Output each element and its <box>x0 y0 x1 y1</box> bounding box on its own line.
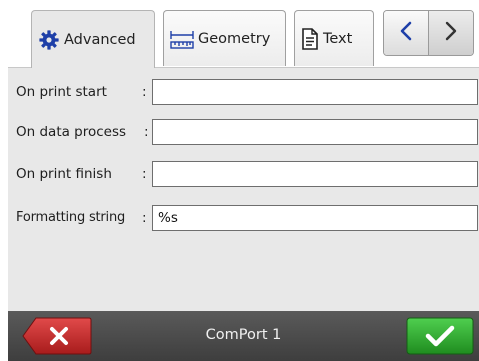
chevron-left-icon <box>399 21 413 45</box>
on-print-start-input[interactable] <box>152 79 478 105</box>
form-row-formatting-string: Formatting string : <box>8 204 479 234</box>
field-colon: : <box>142 84 147 100</box>
formatting-string-input[interactable] <box>152 205 478 231</box>
tab-advanced-label: Advanced <box>64 31 136 48</box>
field-label: On data process <box>16 124 127 140</box>
checkmark-icon <box>424 323 456 353</box>
tab-scroll-arrows <box>383 10 474 56</box>
field-colon: : <box>142 210 147 226</box>
chevron-right-icon <box>444 21 458 45</box>
tab-bar: Advanced Geometry Text <box>8 0 479 68</box>
on-data-process-input[interactable] <box>152 119 478 145</box>
field-label: On print start <box>16 84 107 100</box>
tab-text[interactable]: Text <box>294 10 374 66</box>
gear-icon <box>38 29 60 51</box>
field-label: On print finish <box>16 166 112 182</box>
field-label: Formatting string <box>16 210 126 225</box>
document-icon <box>301 27 319 50</box>
form-row-data-process: On data process : <box>8 118 479 148</box>
tab-geometry-label: Geometry <box>198 30 271 47</box>
field-colon: : <box>144 124 149 140</box>
tab-text-label: Text <box>323 30 353 47</box>
dialog-screen: Advanced Geometry Text On print start: … <box>8 0 479 361</box>
field-colon: : <box>142 166 147 182</box>
ruler-icon <box>170 28 194 50</box>
bottom-bar: ComPort 1 <box>8 311 479 361</box>
form-row-print-finish: On print finish : <box>8 160 479 190</box>
tab-advanced[interactable]: Advanced <box>31 10 155 68</box>
form-row-print-start: On print start : <box>8 78 479 108</box>
on-print-finish-input[interactable] <box>152 161 478 187</box>
tab-geometry[interactable]: Geometry <box>163 10 286 66</box>
prev-tab-button[interactable] <box>384 11 428 55</box>
ok-button[interactable] <box>406 317 474 355</box>
next-tab-button[interactable] <box>428 11 473 55</box>
